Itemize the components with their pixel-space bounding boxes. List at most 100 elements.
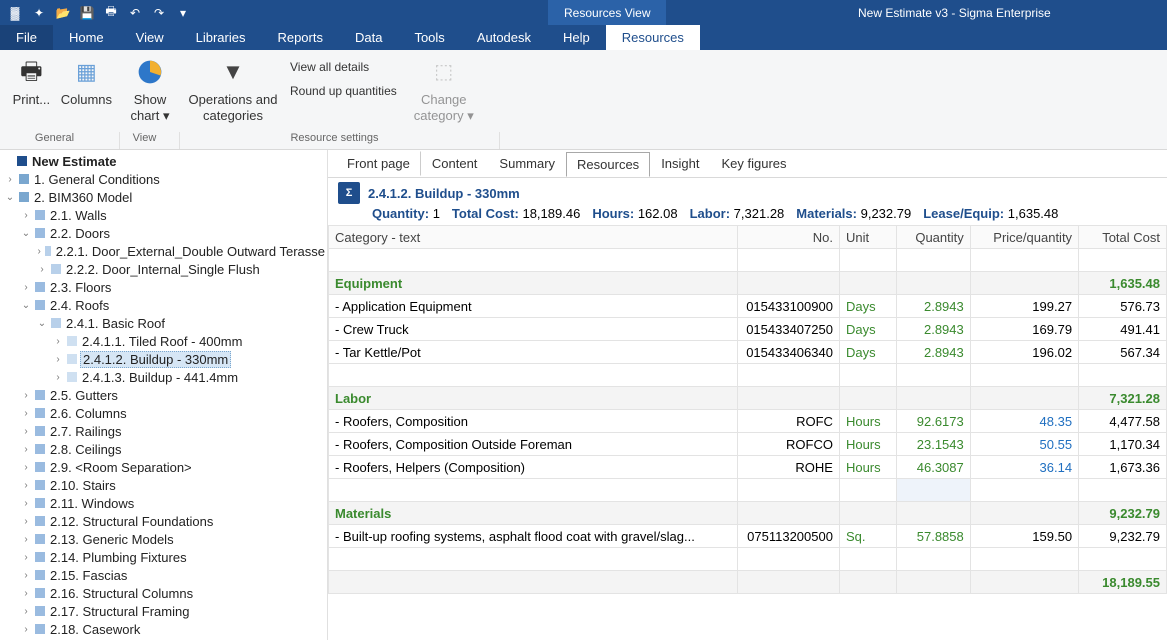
qat-print-icon[interactable]: 🖶 — [102, 4, 120, 22]
tree-item[interactable]: ⌄2.4. Roofs — [0, 296, 327, 314]
table-row[interactable] — [329, 364, 1167, 387]
menu-home[interactable]: Home — [53, 25, 120, 50]
context-tab-label: Resources View — [548, 0, 666, 25]
tree-item[interactable]: ›2.17. Structural Framing — [0, 602, 327, 620]
tree-item[interactable]: ›2.3. Floors — [0, 278, 327, 296]
ribbon: 🖶 Print... ▦ Columns General Show chart … — [0, 50, 1167, 150]
tab-summary[interactable]: Summary — [488, 151, 566, 176]
pie-chart-icon — [136, 58, 164, 86]
tab-front-page[interactable]: Front page — [336, 151, 421, 176]
tree-item[interactable]: ›2.2.2. Door_Internal_Single Flush — [0, 260, 327, 278]
tree-item[interactable]: ›1. General Conditions — [0, 170, 327, 188]
table-row[interactable]: - Crew Truck015433407250Days2.8943169.79… — [329, 318, 1167, 341]
ribbon-group-resource-settings: Resource settings — [180, 132, 500, 149]
operations-categories-button[interactable]: ▼ Operations and categories — [188, 56, 278, 123]
table-row[interactable] — [329, 249, 1167, 272]
tab-resources[interactable]: Resources — [566, 152, 650, 177]
table-row[interactable] — [329, 548, 1167, 571]
tree-item[interactable]: ›2.6. Columns — [0, 404, 327, 422]
tree-item[interactable]: ›2.15. Fascias — [0, 566, 327, 584]
tree-item[interactable]: ›2.11. Windows — [0, 494, 327, 512]
app-icon: ▓ — [6, 4, 24, 22]
qat-redo-icon[interactable]: ↷ — [150, 4, 168, 22]
change-category-button: ⬚ Change category ▾ — [409, 56, 479, 123]
summary-stats: Quantity: 1 Total Cost: 18,189.46 Hours:… — [338, 206, 1157, 221]
tree-item[interactable]: ›2.7. Railings — [0, 422, 327, 440]
qat-new-icon[interactable]: ✦ — [30, 4, 48, 22]
menu-libraries[interactable]: Libraries — [180, 25, 262, 50]
col-category[interactable]: Category - text — [329, 226, 738, 249]
nav-tree[interactable]: New Estimate ›1. General Conditions ⌄2. … — [0, 150, 328, 640]
menu-resources[interactable]: Resources — [606, 25, 700, 50]
table-row[interactable]: - Application Equipment015433100900Days2… — [329, 295, 1167, 318]
tree-root[interactable]: New Estimate — [0, 152, 327, 170]
tree-item[interactable]: ›2.9. <Room Separation> — [0, 458, 327, 476]
columns-icon: ▦ — [76, 59, 97, 85]
tree-item[interactable]: ›2.13. Generic Models — [0, 530, 327, 548]
menu-autodesk[interactable]: Autodesk — [461, 25, 547, 50]
qat-open-icon[interactable]: 📂 — [54, 4, 72, 22]
tree-item[interactable]: ›2.8. Ceilings — [0, 440, 327, 458]
tree-item[interactable]: ›2.4.1.3. Buildup - 441.4mm — [0, 368, 327, 386]
menu-data[interactable]: Data — [339, 25, 398, 50]
tree-item[interactable]: ›2.16. Structural Columns — [0, 584, 327, 602]
col-no[interactable]: No. — [737, 226, 839, 249]
col-quantity[interactable]: Quantity — [897, 226, 971, 249]
category-row-equipment[interactable]: Equipment1,635.48 — [329, 272, 1167, 295]
tab-content[interactable]: Content — [421, 151, 489, 176]
print-button[interactable]: 🖶 Print... — [8, 56, 55, 108]
qat-more-icon[interactable]: ▾ — [174, 4, 192, 22]
col-total-cost[interactable]: Total Cost — [1079, 226, 1167, 249]
funnel-icon: ▼ — [222, 59, 244, 85]
menu-reports[interactable]: Reports — [261, 25, 339, 50]
tree-item[interactable]: ›2.5. Gutters — [0, 386, 327, 404]
round-up-quantities-button[interactable]: Round up quantities — [284, 82, 403, 100]
category-icon: ⬚ — [434, 60, 453, 84]
tree-item[interactable]: ⌄2. BIM360 Model — [0, 188, 327, 206]
tree-item[interactable]: ⌄2.2. Doors — [0, 224, 327, 242]
col-price-quantity[interactable]: Price/quantity — [970, 226, 1078, 249]
tree-item[interactable]: ›2.12. Structural Foundations — [0, 512, 327, 530]
component-icon: Σ — [338, 182, 360, 204]
tab-key-figures[interactable]: Key figures — [711, 151, 798, 176]
menubar: File Home View Libraries Reports Data To… — [0, 25, 1167, 50]
qat-save-icon[interactable]: 💾 — [78, 4, 96, 22]
menu-help[interactable]: Help — [547, 25, 606, 50]
col-unit[interactable]: Unit — [839, 226, 896, 249]
table-row[interactable] — [329, 479, 1167, 502]
tree-item[interactable]: ›2.10. Stairs — [0, 476, 327, 494]
columns-button[interactable]: ▦ Columns — [61, 56, 112, 108]
resources-table[interactable]: Category - text No. Unit Quantity Price/… — [328, 225, 1167, 594]
tree-item[interactable]: ›2.2.1. Door_External_Double Outward Ter… — [0, 242, 327, 260]
table-row[interactable]: - Roofers, Helpers (Composition)ROHEHour… — [329, 456, 1167, 479]
grand-total-row: 18,189.55 — [329, 571, 1167, 594]
category-row-labor[interactable]: Labor7,321.28 — [329, 387, 1167, 410]
table-row[interactable]: - Roofers, Composition Outside ForemanRO… — [329, 433, 1167, 456]
menu-view[interactable]: View — [120, 25, 180, 50]
content-tabs: Front page Content Summary Resources Ins… — [328, 150, 1167, 178]
printer-icon: 🖶 — [20, 58, 43, 87]
quick-access-toolbar: ▓ ✦ 📂 💾 🖶 ↶ ↷ ▾ — [0, 4, 192, 22]
table-row[interactable]: - Tar Kettle/Pot015433406340Days2.894319… — [329, 341, 1167, 364]
tree-item[interactable]: ⌄2.4.1. Basic Roof — [0, 314, 327, 332]
tab-insight[interactable]: Insight — [650, 151, 710, 176]
ribbon-group-view: View — [120, 132, 180, 149]
document-title: New Estimate v3 - Sigma Enterprise — [858, 0, 1051, 25]
ribbon-group-general: General — [0, 132, 120, 149]
table-header-row: Category - text No. Unit Quantity Price/… — [329, 226, 1167, 249]
tree-item[interactable]: ›2.14. Plumbing Fixtures — [0, 548, 327, 566]
category-row-materials[interactable]: Materials9,232.79 — [329, 502, 1167, 525]
tree-item[interactable]: ›2.1. Walls — [0, 206, 327, 224]
tree-item[interactable]: ›2.18. Casework — [0, 620, 327, 638]
tree-item[interactable]: ›2.4.1.1. Tiled Roof - 400mm — [0, 332, 327, 350]
qat-undo-icon[interactable]: ↶ — [126, 4, 144, 22]
tree-item-selected[interactable]: ›2.4.1.2. Buildup - 330mm — [0, 350, 327, 368]
titlebar: ▓ ✦ 📂 💾 🖶 ↶ ↷ ▾ Resources View New Estim… — [0, 0, 1167, 25]
show-chart-button[interactable]: Show chart ▾ — [128, 56, 172, 123]
table-row[interactable]: - Built-up roofing systems, asphalt floo… — [329, 525, 1167, 548]
table-row[interactable]: - Roofers, CompositionROFCHours92.617348… — [329, 410, 1167, 433]
menu-tools[interactable]: Tools — [398, 25, 460, 50]
view-all-details-button[interactable]: View all details — [284, 58, 403, 76]
menu-file[interactable]: File — [0, 25, 53, 50]
page-title: Σ 2.4.1.2. Buildup - 330mm — [338, 182, 1157, 204]
